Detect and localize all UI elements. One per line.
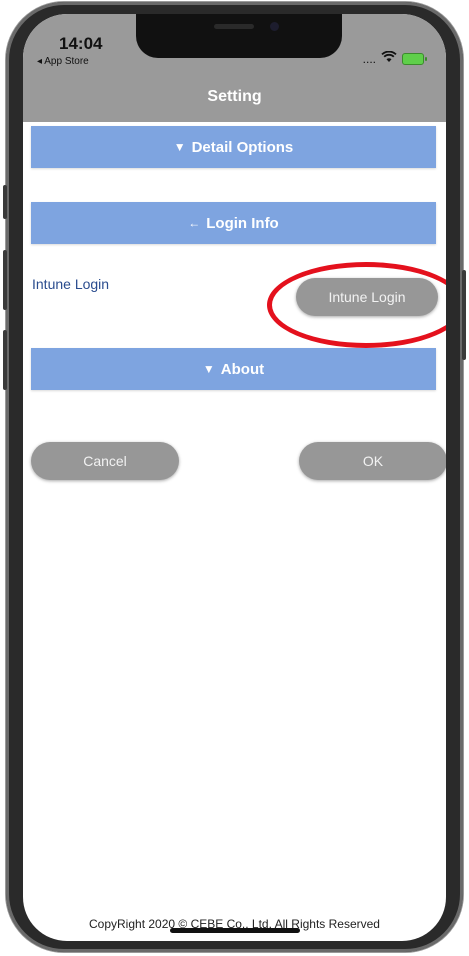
notch: [136, 14, 342, 58]
triangle-down-icon: ▼: [202, 362, 215, 376]
power-button: [462, 270, 466, 360]
front-camera: [270, 22, 279, 31]
cancel-button[interactable]: Cancel: [31, 442, 179, 480]
section-detail-options[interactable]: ▼ Detail Options: [31, 126, 436, 168]
home-indicator[interactable]: [170, 928, 300, 933]
mute-switch: [3, 185, 7, 219]
volume-down-button: [3, 330, 7, 390]
status-icons: ....: [362, 50, 427, 66]
volume-up-button: [3, 250, 7, 310]
signal-icon: ....: [362, 51, 376, 66]
section-about-label: About: [220, 360, 265, 378]
highlight-annotation-ring: [267, 262, 446, 348]
section-about[interactable]: ▼ About: [31, 348, 436, 390]
ok-button[interactable]: OK: [299, 442, 446, 480]
page-title: Setting: [207, 88, 262, 105]
status-time: 14:04: [59, 34, 103, 53]
section-login-info-label: Login Info: [206, 214, 279, 232]
intune-login-label: Intune Login: [32, 276, 110, 292]
speaker-grille: [214, 24, 254, 29]
battery-icon: [402, 52, 427, 65]
screenshot-canvas: 14:04 ◂ App Store .... Setting ▼ Detail …: [0, 0, 469, 956]
phone-screen: 14:04 ◂ App Store .... Setting ▼ Detail …: [23, 14, 446, 941]
section-login-info[interactable]: ← Login Info: [31, 202, 436, 244]
arrow-left-icon: ←: [188, 216, 201, 230]
back-to-app-store-link[interactable]: ◂ App Store: [37, 56, 89, 67]
section-detail-options-label: Detail Options: [191, 138, 294, 156]
wifi-icon: [381, 50, 397, 66]
triangle-down-icon: ▼: [173, 140, 186, 154]
